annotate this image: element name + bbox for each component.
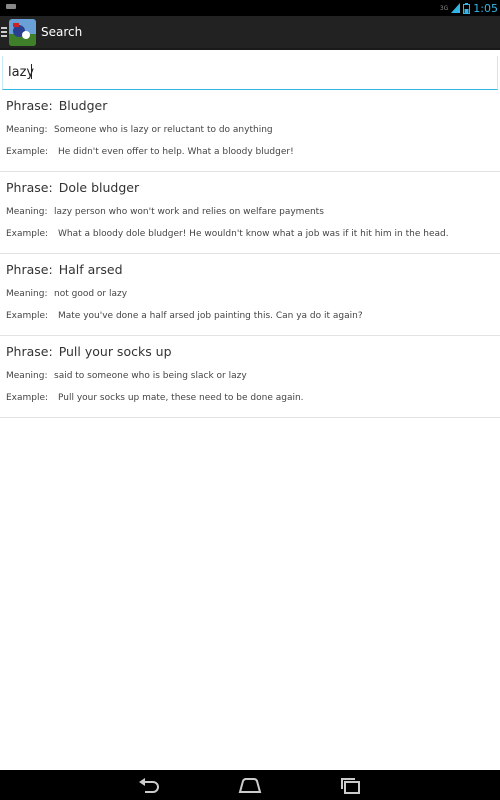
list-item[interactable]: Phrase: Bludger Meaning: Someone who is la… [0,90,500,172]
meaning-text: not good or lazy [54,289,128,299]
signal-icon [451,3,461,13]
example-text: What a bloody dole bludger! He wouldn't … [58,229,449,239]
phrase-label: Phrase: [6,180,53,195]
navigation-bar [0,770,500,800]
network-type: 3G [439,4,449,12]
action-bar-title: Search [41,25,83,39]
example-text: Pull your socks up mate, these need to b… [58,393,304,403]
list-item[interactable]: Phrase: Dole bludger Meaning: lazy person … [0,172,500,254]
battery-icon [463,2,471,14]
list-item[interactable]: Phrase: Pull your socks up Meaning: said t… [0,336,500,418]
meaning-text: Someone who is lazy or reluctant to do a… [54,125,273,135]
notification-icon [6,4,16,9]
meaning-label: Meaning: [6,207,48,217]
status-bar: 3G 1:05 [0,0,500,16]
example-label: Example: [6,311,49,321]
meaning-label: Meaning: [6,125,48,135]
example-label: Example: [6,147,49,157]
example-label: Example: [6,229,49,239]
drawer-indicator-icon[interactable] [1,26,7,38]
meaning-label: Meaning: [6,371,48,381]
text-cursor [31,64,32,79]
results-list: Phrase: Bludger Meaning: Someone who is la… [0,90,500,418]
app-icon[interactable] [9,19,36,46]
list-item[interactable]: Phrase: Half arsed Meaning: not good or la… [0,254,500,336]
search-field-container [2,56,498,90]
phrase-text: Bludger [58,98,108,113]
example-text: He didn't even offer to help. What a blo… [58,147,294,157]
example-label: Example: [6,393,49,403]
phrase-label: Phrase: [6,98,53,113]
example-text: Mate you've done a half arsed job painti… [58,311,363,321]
search-input[interactable] [8,61,488,83]
home-icon[interactable] [237,774,263,796]
meaning-text: said to someone who is being slack or la… [54,371,247,381]
meaning-text: lazy person who won't work and relies on… [54,207,324,217]
back-icon[interactable] [136,774,162,796]
clock: 1:05 [473,1,498,15]
phrase-text: Half arsed [58,262,123,277]
meaning-label: Meaning: [6,289,48,299]
phrase-text: Dole bludger [58,180,140,195]
phrase-label: Phrase: [6,262,53,277]
phrase-label: Phrase: [6,344,53,359]
recent-apps-icon[interactable] [338,774,364,796]
action-bar: Search [0,16,500,50]
phrase-text: Pull your socks up [58,344,172,359]
